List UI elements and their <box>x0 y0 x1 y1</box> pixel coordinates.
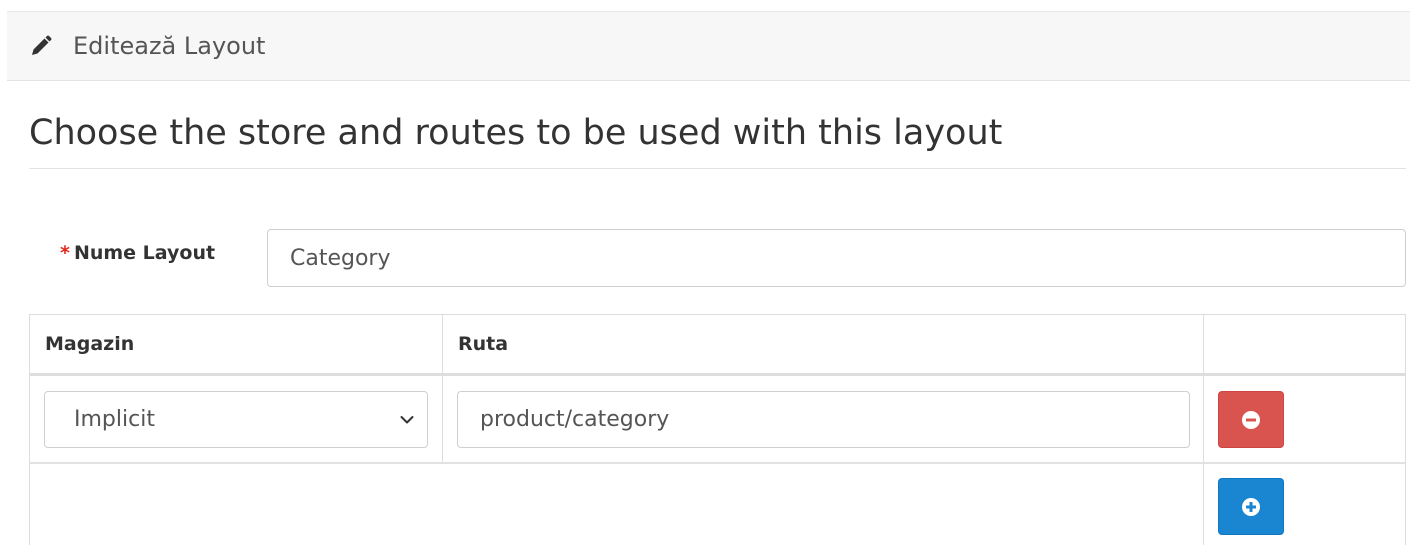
panel-title: Editează Layout <box>73 32 266 60</box>
layout-name-label: * Nume Layout <box>60 242 215 264</box>
plus-circle-icon <box>1242 497 1260 516</box>
add-route-button[interactable] <box>1218 478 1284 535</box>
header-route: Ruta <box>458 333 509 355</box>
section-legend: Choose the store and routes to be used w… <box>29 106 1406 169</box>
required-mark: * <box>60 242 70 264</box>
minus-circle-icon <box>1242 410 1260 429</box>
store-select[interactable]: Implicit <box>44 391 428 448</box>
route-table: Magazin Ruta Implicit <box>29 314 1406 545</box>
pencil-icon <box>32 35 52 55</box>
remove-route-button[interactable] <box>1218 391 1284 448</box>
layout-name-input[interactable] <box>267 229 1406 287</box>
panel-heading: Editează Layout <box>7 11 1410 81</box>
header-store: Magazin <box>45 333 135 355</box>
layout-name-label-text: Nume Layout <box>73 242 216 264</box>
chevron-down-icon <box>400 416 414 424</box>
row-divider <box>30 462 1405 464</box>
store-select-value: Implicit <box>74 407 155 432</box>
header-divider <box>30 373 1405 376</box>
header-action <box>1204 315 1407 373</box>
route-input[interactable] <box>457 391 1190 448</box>
